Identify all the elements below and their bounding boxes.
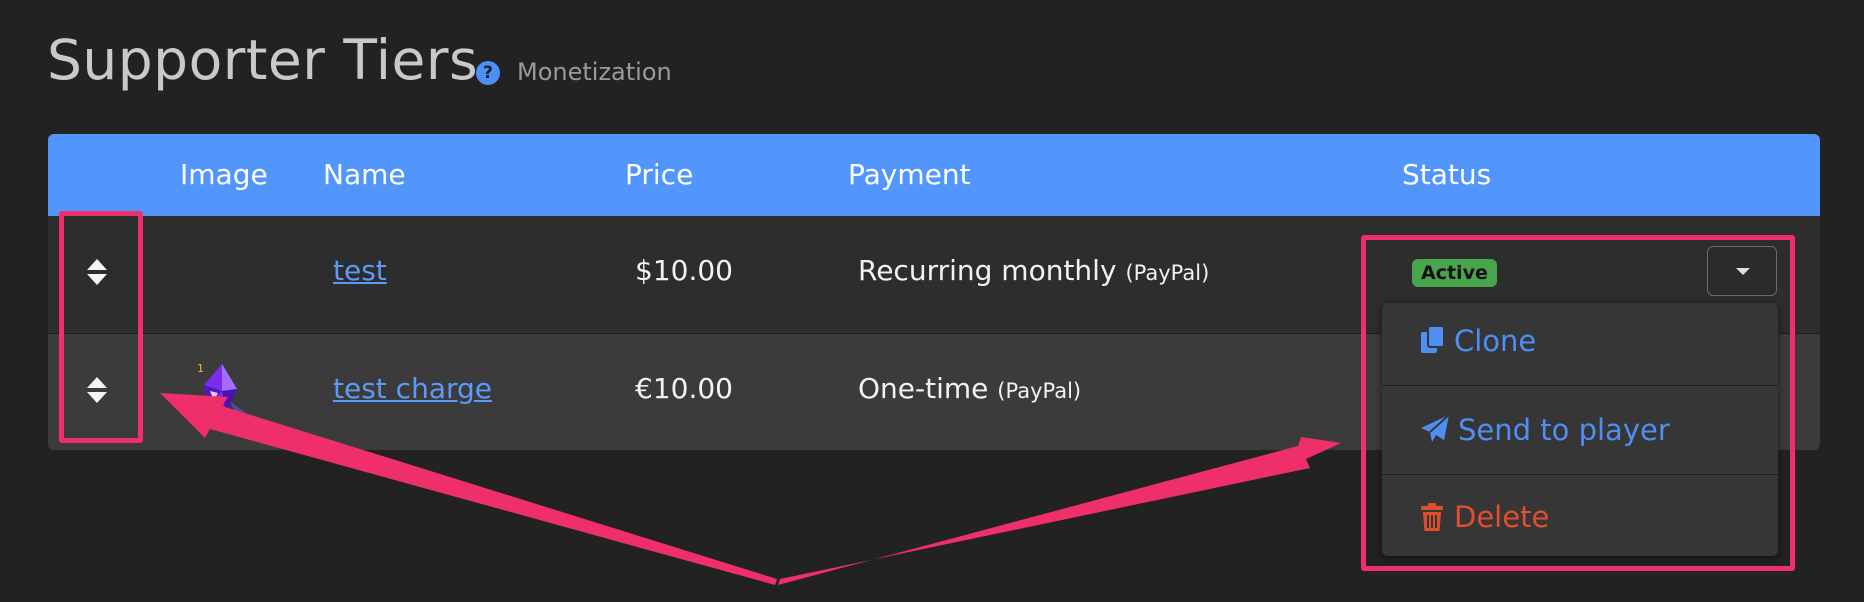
annotation-arrow-left [160, 393, 777, 585]
annotation-arrow-right [778, 437, 1341, 585]
annotation-arrows [160, 393, 1341, 585]
